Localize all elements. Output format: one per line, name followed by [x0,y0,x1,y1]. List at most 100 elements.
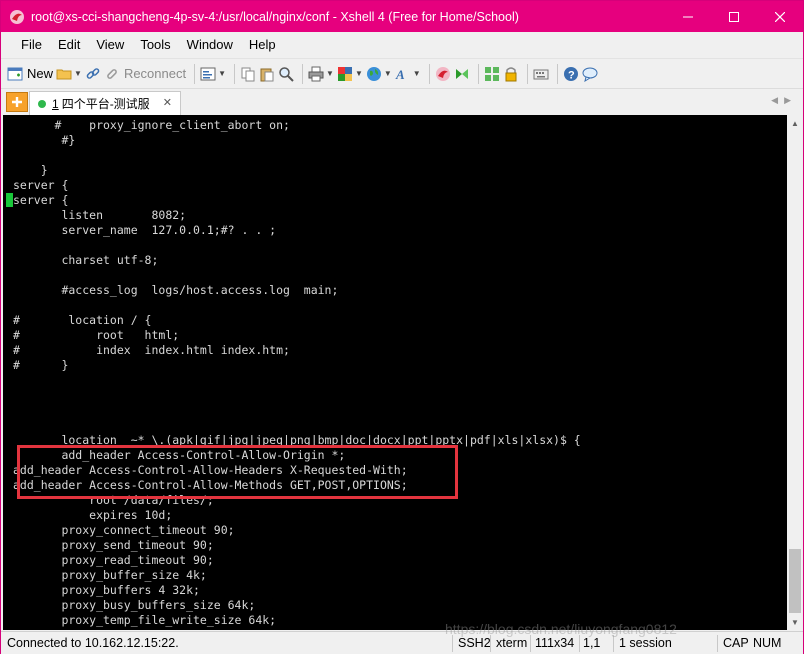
terminal-line: # index index.html index.htm; [13,343,290,357]
reconnect-button[interactable]: Reconnect [104,62,186,86]
terminal-line: # } [13,358,69,372]
xftp-icon [435,66,451,82]
menu-bar: File Edit View Tools Window Help [1,32,803,57]
title-bar[interactable]: root@xs-cci-shangcheng-4p-sv-4:/usr/loca… [1,1,803,32]
terminal-line: server_name 127.0.0.1;#? . . ; [13,223,277,237]
terminal-line: listen 8082; [13,208,187,222]
plus-icon [12,97,22,107]
chevron-down-icon[interactable]: ▼ [355,69,363,78]
search-icon [278,66,294,82]
terminal-cursor [6,193,13,207]
chevron-down-icon[interactable]: ▼ [218,69,226,78]
font-button[interactable]: A ▼ [395,62,421,86]
transfer-button[interactable]: ▼ [337,62,363,86]
add-tab-button[interactable] [6,92,28,112]
toolbar-separator [556,63,558,84]
open-folder-button[interactable]: ▼ [56,62,82,86]
reconnect-label: Reconnect [123,66,187,81]
scroll-down-arrow-icon[interactable]: ▼ [787,614,803,630]
reconnect-icon [104,66,120,82]
menu-edit[interactable]: Edit [50,37,88,52]
chat-button[interactable] [582,62,598,86]
keyboard-button[interactable] [533,62,549,86]
minimize-button[interactable] [665,1,711,32]
terminal-line: server { [13,193,69,207]
toolbar-separator [526,63,528,84]
lock-button[interactable] [503,62,519,86]
svg-text:A: A [395,67,405,82]
status-divider [717,635,718,652]
terminal-line: expires 10d; [13,508,173,522]
terminal-line: # location / { [13,313,152,327]
paste-icon [259,66,275,82]
terminal-output[interactable]: # proxy_ignore_client_abort on; #} } serv… [3,115,787,630]
status-divider [490,635,491,652]
keyboard-icon [533,66,549,82]
find-button[interactable] [278,62,294,86]
globe-button[interactable]: ▼ [366,62,392,86]
scroll-up-arrow-icon[interactable]: ▲ [787,115,803,131]
terminal-line: } [13,163,48,177]
toolbar-separator [302,63,304,84]
help-button[interactable]: ? [563,62,579,86]
xmanager-icon [454,66,470,82]
terminal-line: proxy_buffer_size 4k; [13,568,207,582]
properties-button[interactable]: ▼ [200,62,226,86]
maximize-button[interactable] [711,1,757,32]
properties-icon [200,66,216,82]
chevron-down-icon[interactable]: ▼ [384,69,392,78]
print-button[interactable]: ▼ [308,62,334,86]
menu-view[interactable]: View [88,37,132,52]
tab-close-icon[interactable]: ✕ [163,96,172,109]
file-transfer-icon [337,66,353,82]
watermark-text: https://blog.csdn.net/liuyongfang0812 [445,621,677,637]
terminal-line: proxy_connect_timeout 90; [13,523,235,537]
lock-icon [503,66,519,82]
connect-button[interactable] [85,62,101,86]
chevron-down-icon[interactable]: ▼ [74,69,82,78]
session-tab[interactable]: 1 四个平台-测试服 ✕ [29,91,181,115]
new-session-button[interactable]: New [7,62,53,86]
maximize-icon [729,11,739,22]
menu-help[interactable]: Help [241,37,284,52]
terminal-scrollbar[interactable]: ▲ ▼ [787,115,803,630]
close-button[interactable] [757,1,803,32]
xmanager-button[interactable] [454,62,470,86]
terminal-line: #} [13,133,76,147]
menu-tools[interactable]: Tools [132,37,178,52]
tab-scroll-arrows[interactable]: ◀▶ [771,95,797,106]
menu-file[interactable]: File [13,37,50,52]
scrollbar-thumb[interactable] [789,549,801,613]
xftp-button[interactable] [435,62,451,86]
terminal-line: proxy_read_timeout 90; [13,553,214,567]
status-caps: CAP [723,636,749,650]
tab-label: 四个平台-测试服 [61,97,150,111]
svg-text:?: ? [568,69,575,81]
window-title: root@xs-cci-shangcheng-4p-sv-4:/usr/loca… [31,9,519,24]
toolbar-separator [428,63,430,84]
toolbar-separator [234,63,236,84]
xshell-window: root@xs-cci-shangcheng-4p-sv-4:/usr/loca… [0,0,804,654]
xshell-logo-icon [9,9,25,25]
toolbar-separator [477,63,479,84]
chevron-down-icon[interactable]: ▼ [413,69,421,78]
globe-icon [366,66,382,82]
status-divider [530,635,531,652]
paste-button[interactable] [259,62,275,86]
fullscreen-button[interactable] [484,62,500,86]
speech-bubble-icon [582,66,598,82]
terminal-line: proxy_send_timeout 90; [13,538,214,552]
chevron-down-icon[interactable]: ▼ [326,69,334,78]
menu-window[interactable]: Window [179,37,241,52]
link-icon [85,66,101,82]
copy-button[interactable] [240,62,256,86]
terminal-line: proxy_temp_file_write_size 64k; [13,613,277,627]
highlight-annotation [17,445,458,499]
terminal-line: # proxy_ignore_client_abort on; [13,118,290,132]
printer-icon [308,66,324,82]
session-tab-bar: 1 四个平台-测试服 ✕ ◀▶ [1,88,803,115]
fullscreen-icon [484,66,500,82]
connection-status: Connected to 10.162.12.15:22. [7,636,179,650]
session-status-dot [38,99,46,108]
terminal-line: charset utf-8; [13,253,159,267]
